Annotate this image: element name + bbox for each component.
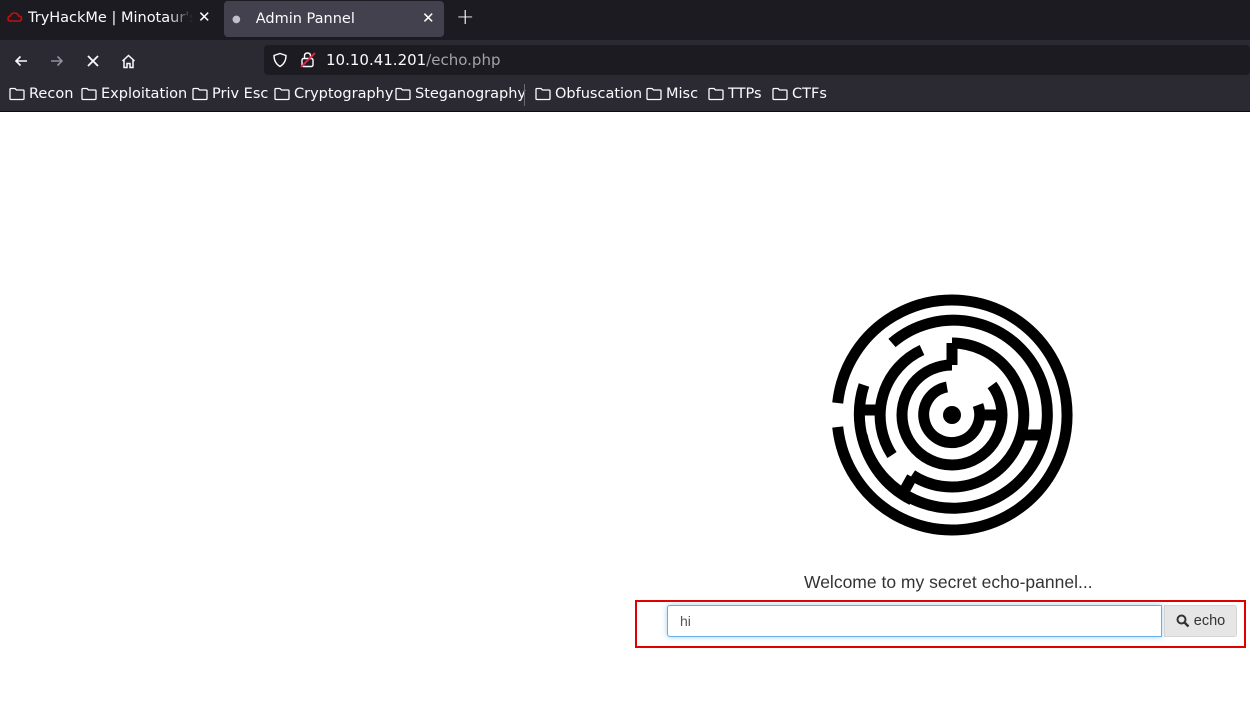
tracking-shield-icon[interactable]: [272, 52, 288, 68]
close-tab-icon[interactable]: ✕: [198, 8, 211, 26]
bookmark-folder-misc[interactable]: Misc: [646, 86, 698, 102]
url-host: 10.10.41.201: [326, 51, 427, 69]
folder-icon: [81, 87, 97, 101]
bookmark-label: Recon: [29, 86, 74, 102]
folder-icon: [274, 87, 290, 101]
browser-chrome: TryHackMe | Minotaur's Labyrinth ✕ ● Adm…: [0, 0, 1250, 112]
labyrinth-logo-icon: [832, 294, 1073, 536]
folder-icon: [535, 87, 551, 101]
welcome-message: Welcome to my secret echo-pannel...: [804, 572, 1093, 592]
insecure-lock-icon[interactable]: [299, 51, 317, 69]
address-bar[interactable]: 10.10.41.201/echo.php: [264, 45, 1250, 75]
bookmark-folder-exploitation[interactable]: Exploitation: [81, 86, 187, 102]
bookmark-folder-ctfs[interactable]: CTFs: [772, 86, 827, 102]
bookmarks-separator: [524, 84, 525, 106]
bookmark-label: Exploitation: [101, 86, 188, 102]
tab-title: TryHackMe | Minotaur's Labyrinth: [28, 10, 193, 26]
bookmark-label: Cryptography: [294, 86, 394, 102]
bookmark-label: CTFs: [792, 86, 827, 102]
stop-loading-icon[interactable]: [82, 50, 104, 72]
new-tab-icon[interactable]: +: [456, 5, 474, 30]
bookmark-label: TTPs: [728, 86, 762, 102]
bookmark-folder-obfuscation[interactable]: Obfuscation: [535, 86, 642, 102]
tryhackme-favicon-icon: [7, 12, 23, 22]
folder-icon: [646, 87, 662, 101]
tab-bar: TryHackMe | Minotaur's Labyrinth ✕ ● Adm…: [0, 0, 1250, 40]
tab-title: Admin Pannel: [255, 11, 355, 27]
back-icon[interactable]: [10, 50, 32, 72]
bookmark-label: Priv Esc: [212, 86, 269, 102]
bookmark-label: Steganography: [415, 86, 526, 102]
folder-icon: [708, 87, 724, 101]
search-icon: [1176, 614, 1190, 628]
url-text[interactable]: 10.10.41.201/echo.php: [326, 51, 500, 69]
bookmark-label: Misc: [666, 86, 699, 102]
forward-icon[interactable]: [46, 50, 68, 72]
close-tab-icon[interactable]: ✕: [422, 9, 435, 27]
home-icon[interactable]: [117, 50, 139, 72]
bookmarks-toolbar: Recon Exploitation Priv Esc Cryptography…: [0, 80, 1250, 112]
bookmark-folder-ttps[interactable]: TTPs: [708, 86, 762, 102]
nav-toolbar: 10.10.41.201/echo.php: [0, 40, 1250, 80]
bookmark-label: Obfuscation: [555, 86, 643, 102]
url-path: /echo.php: [426, 51, 501, 69]
folder-icon: [772, 87, 788, 101]
folder-icon: [395, 87, 411, 101]
folder-icon: [9, 87, 25, 101]
bookmark-folder-cryptography[interactable]: Cryptography: [274, 86, 393, 102]
bookmark-folder-recon[interactable]: Recon: [9, 86, 73, 102]
folder-icon: [192, 87, 208, 101]
bookmark-folder-priv-esc[interactable]: Priv Esc: [192, 86, 268, 102]
echo-button-label: echo: [1193, 613, 1226, 629]
tab-admin-pannel[interactable]: ● Admin Pannel ✕: [224, 1, 444, 37]
bookmark-folder-steganography[interactable]: Steganography: [395, 86, 526, 102]
loading-dot-icon: ●: [232, 13, 241, 25]
echo-button[interactable]: echo: [1164, 605, 1237, 637]
tab-tryhackme[interactable]: TryHackMe | Minotaur's Labyrinth ✕: [0, 0, 218, 36]
echo-input[interactable]: [667, 605, 1162, 637]
